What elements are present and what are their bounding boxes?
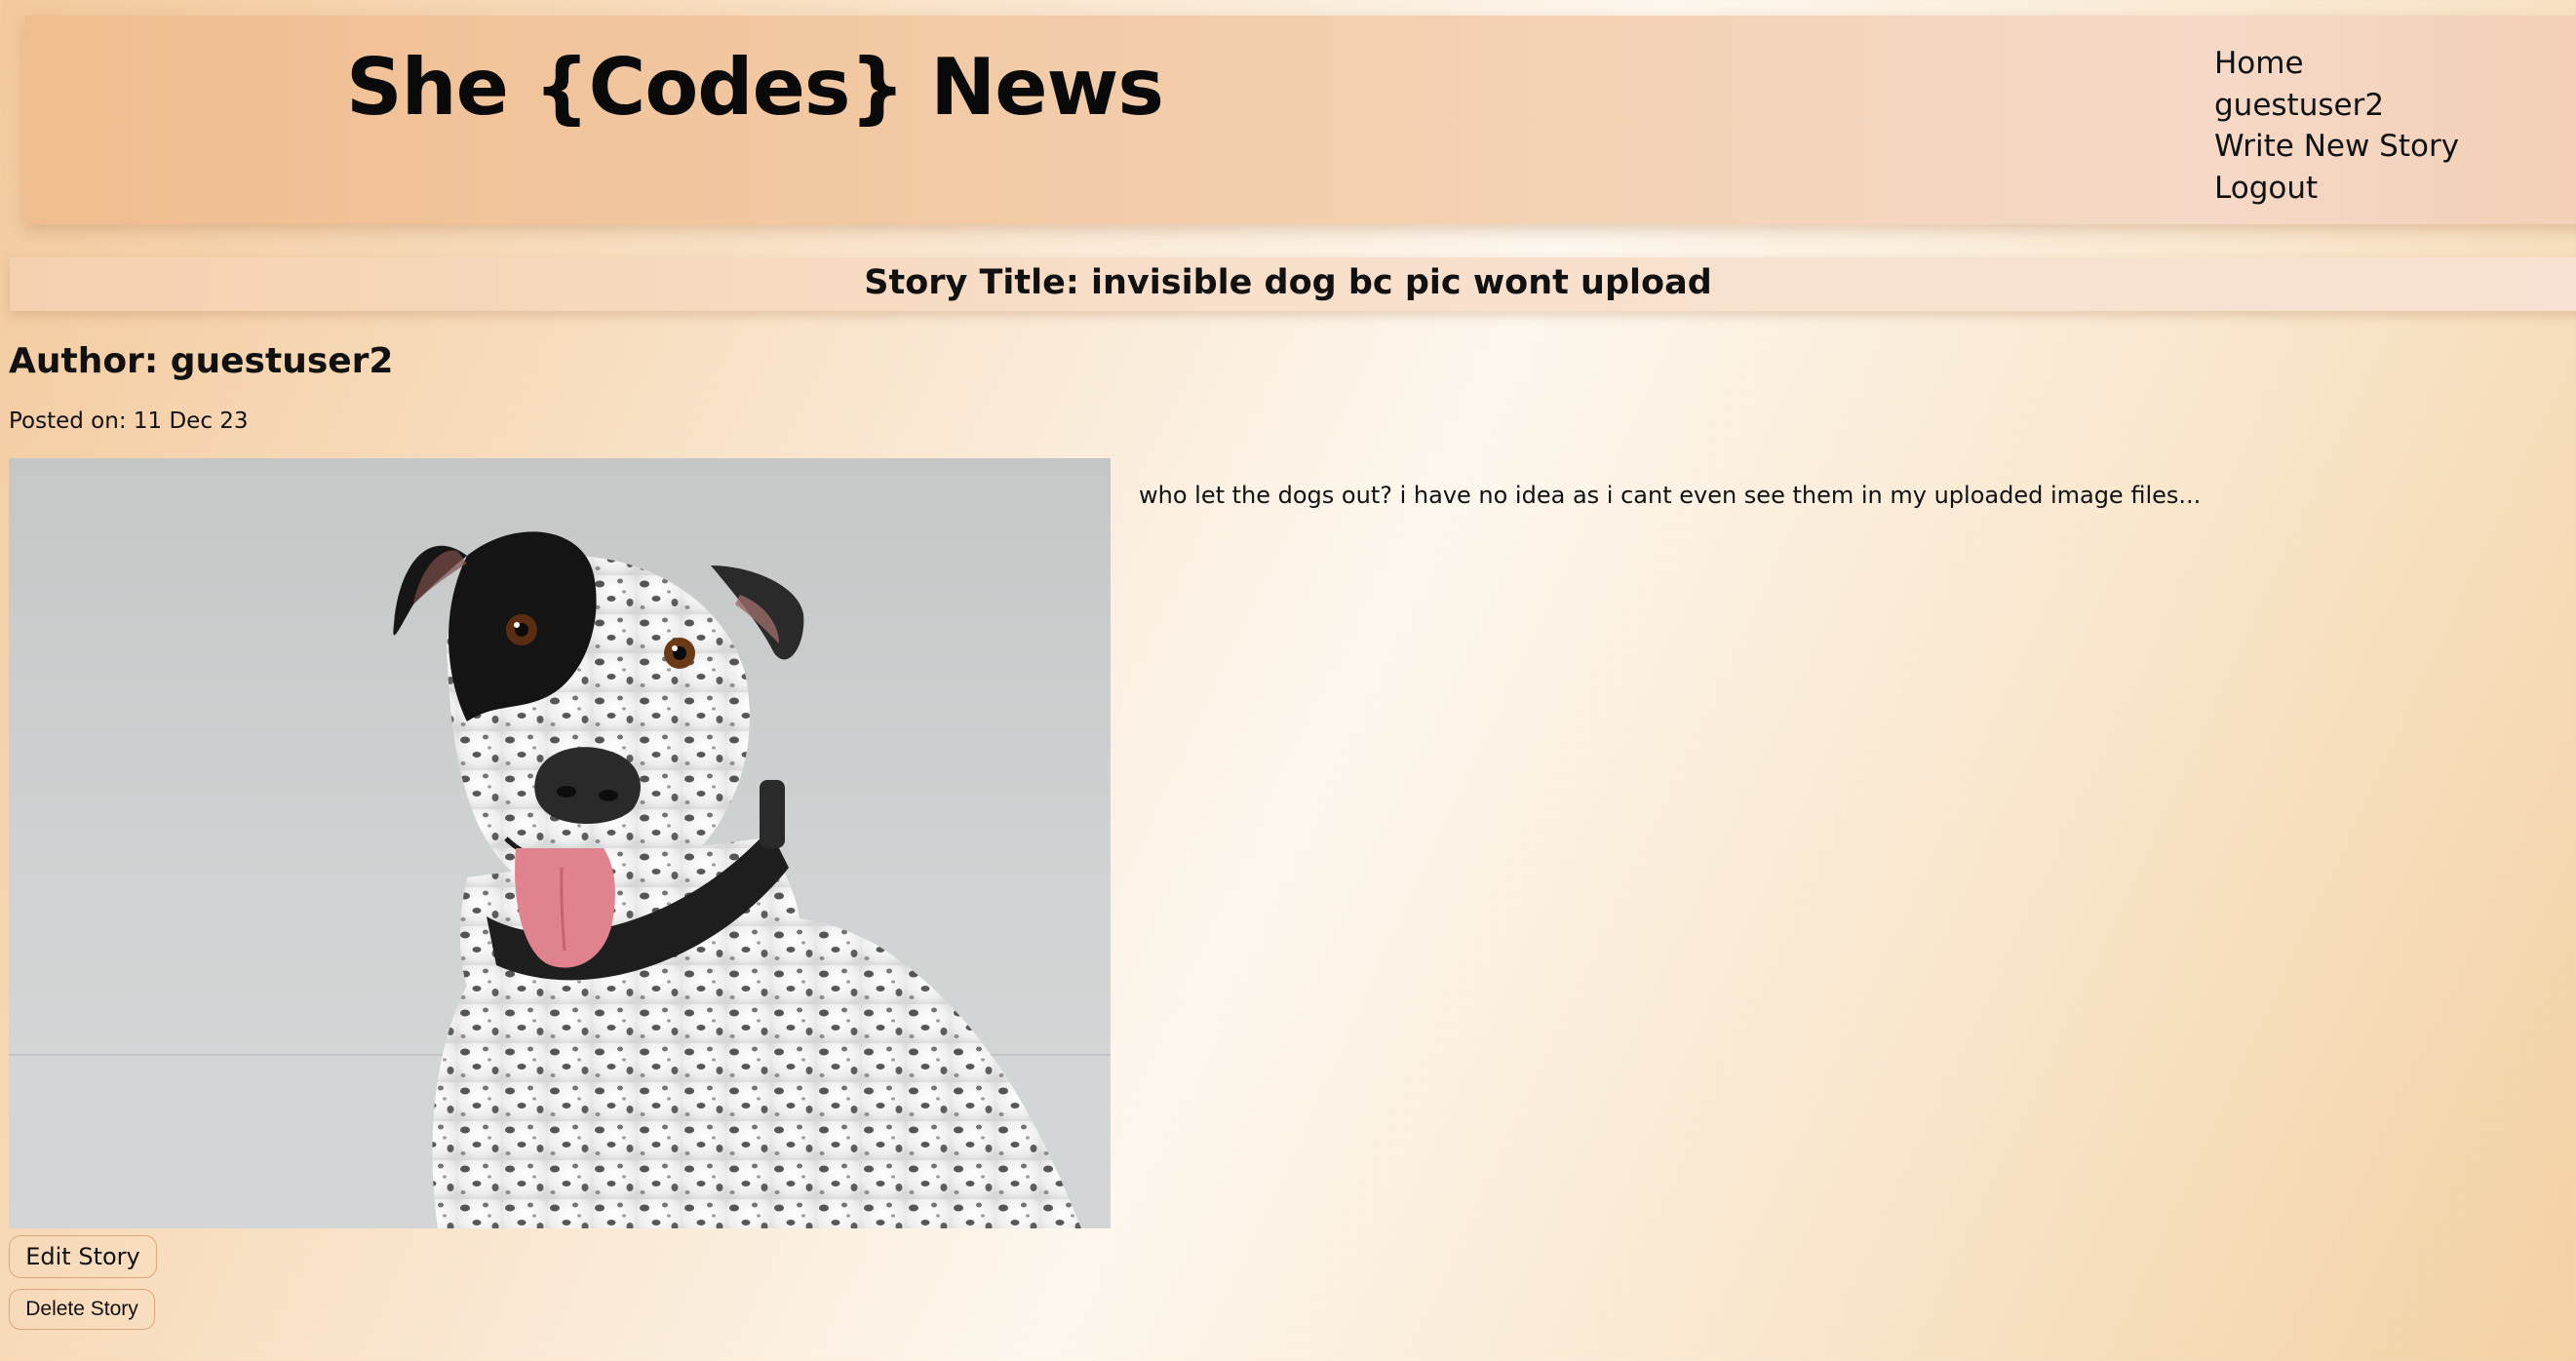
- dog-photo-icon: [9, 531, 1111, 1228]
- site-title: She {Codes} News: [346, 42, 1164, 133]
- main-nav: Home guestuser2 Write New Story Logout: [2214, 43, 2459, 209]
- nav-link-profile[interactable]: guestuser2: [2214, 85, 2459, 127]
- nav-link-logout[interactable]: Logout: [2214, 168, 2459, 210]
- story-title: Story Title: invisible dog bc pic wont u…: [864, 263, 1712, 302]
- story-image: [9, 458, 1111, 1228]
- nav-link-write-new-story[interactable]: Write New Story: [2214, 126, 2459, 168]
- delete-story-button[interactable]: Delete Story: [9, 1289, 155, 1330]
- story-posted-date: Posted on: 11 Dec 23: [9, 408, 249, 434]
- story-author: Author: guestuser2: [9, 341, 394, 381]
- story-body: who let the dogs out? i have no idea as …: [1139, 482, 2202, 509]
- site-header: She {Codes} News Home guestuser2 Write N…: [24, 16, 2576, 224]
- edit-story-button[interactable]: Edit Story: [9, 1235, 157, 1278]
- nav-link-home[interactable]: Home: [2214, 43, 2459, 85]
